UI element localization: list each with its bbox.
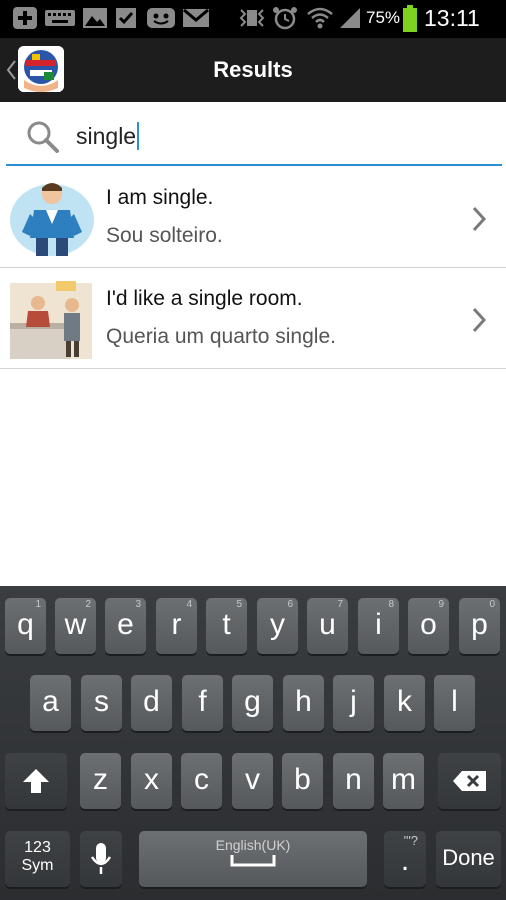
symbols-key[interactable]: 123 Sym [5,831,70,887]
result-row[interactable]: I'd like a single room. Queria um quarto… [0,269,506,369]
key-o[interactable]: 9o [408,598,449,654]
soft-keyboard: 1q 2w 3e 4r 5t 6y 7u 8i 9o 0p a s d f g … [0,586,506,900]
key-c[interactable]: c [181,753,222,809]
single-man-illustration [10,183,94,256]
key-s[interactable]: s [81,675,122,731]
key-r[interactable]: 4r [156,598,197,654]
image-notification-icon [83,8,107,28]
key-j[interactable]: j [333,675,374,731]
key-g[interactable]: g [232,675,273,731]
clock: 13:11 [424,5,480,31]
page-title: Results [213,57,293,82]
key-q[interactable]: 1q [5,598,46,654]
key-y[interactable]: 6y [257,598,298,654]
search-query: single [76,123,137,149]
key-e[interactable]: 3e [105,598,146,654]
backspace-key[interactable] [438,753,501,809]
key-n[interactable]: n [333,753,374,809]
search-icon [27,121,59,153]
key-u[interactable]: 7u [307,598,348,654]
task-notification-icon [116,8,136,28]
key-m[interactable]: m [383,753,424,809]
key-t[interactable]: 5t [206,598,247,654]
done-button[interactable]: Done [436,831,501,887]
space-bar-icon [230,855,276,867]
search-input[interactable]: single [76,122,140,150]
key-b[interactable]: b [282,753,323,809]
chevron-right-icon [472,307,487,333]
key-a[interactable]: a [30,675,71,731]
chevron-right-icon [472,206,487,232]
key-f[interactable]: f [182,675,223,731]
microphone-icon [90,843,112,874]
search-field[interactable]: single [6,104,502,166]
phrase-portuguese: Queria um quarto single. [106,325,336,348]
key-l[interactable]: l [434,675,475,731]
key-i[interactable]: 8i [358,598,399,654]
gmail-notification-icon [183,8,209,27]
key-h[interactable]: h [283,675,324,731]
wifi-icon [307,7,333,29]
period-key[interactable]: '"? . [384,831,426,887]
shift-key[interactable] [5,753,67,809]
add-notification-icon [13,7,37,29]
shift-arrow-icon [23,769,49,793]
vibrate-icon [239,9,265,27]
keyboard-language: English(UK) [215,837,291,853]
battery-icon [403,5,417,32]
battery-percent: 75% [366,8,401,27]
key-w[interactable]: 2w [55,598,96,654]
phrase-english: I am single. [106,186,214,209]
voice-input-key[interactable] [80,831,122,887]
key-k[interactable]: k [384,675,425,731]
messenger-notification-icon [147,8,175,28]
phrase-portuguese: Sou solteiro. [106,224,223,247]
hotel-reception-illustration [10,281,92,359]
text-cursor [137,122,140,150]
result-row[interactable]: I am single. Sou solteiro. [0,168,506,268]
space-key[interactable]: English(UK) [139,831,367,887]
status-bar: 75% 13:11 [0,0,506,38]
key-v[interactable]: v [232,753,273,809]
backspace-icon [452,771,486,791]
alarm-icon [273,7,297,30]
key-z[interactable]: z [80,753,121,809]
key-d[interactable]: d [131,675,172,731]
phrase-english: I'd like a single room. [106,287,303,310]
keyboard-notification-icon [45,10,75,26]
key-x[interactable]: x [131,753,172,809]
key-p[interactable]: 0p [459,598,500,654]
signal-icon [340,8,360,28]
